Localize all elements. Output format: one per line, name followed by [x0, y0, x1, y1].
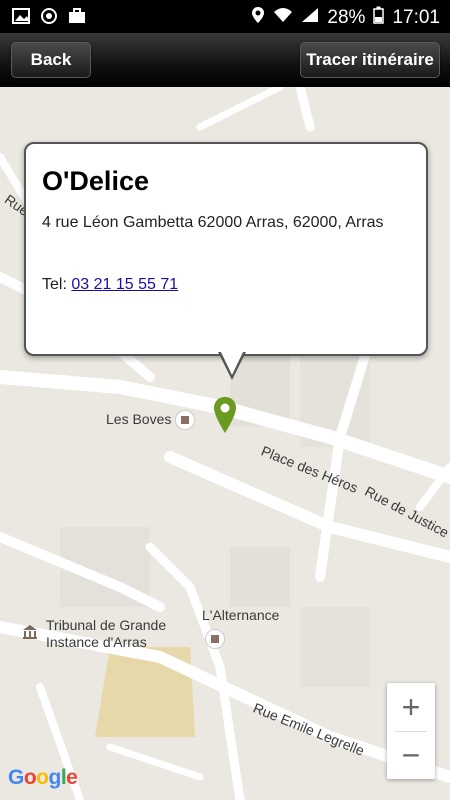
signal-icon	[301, 7, 319, 29]
clock-time: 17:01	[392, 7, 440, 28]
place-name: O'Delice	[42, 166, 149, 196]
zoom-out-button[interactable]: −	[387, 731, 435, 779]
sync-icon	[40, 7, 58, 25]
place-phone: Tel: 03 21 15 55 71	[42, 276, 178, 294]
back-button[interactable]: Back	[11, 42, 91, 78]
zoom-in-button[interactable]: +	[387, 683, 435, 731]
wifi-icon	[273, 7, 293, 29]
zoom-control: + −	[387, 683, 435, 779]
poi-label-tribunal-2: Instance d'Arras	[46, 634, 147, 650]
google-logo: Google	[8, 766, 78, 789]
shop-poi-icon[interactable]	[175, 410, 195, 430]
info-window: O'Delice 4 rue Léon Gambetta 62000 Arras…	[24, 142, 428, 380]
status-bar: 28% 17:01	[0, 0, 450, 33]
battery-icon	[373, 6, 385, 30]
info-window-tail-fill	[220, 350, 244, 375]
route-button[interactable]: Tracer itinéraire	[300, 42, 440, 78]
poi-label-tribunal-1: Tribunal de Grande	[46, 617, 167, 633]
courthouse-icon[interactable]	[22, 624, 40, 642]
phone-label: Tel:	[42, 276, 67, 293]
briefcase-icon	[68, 7, 86, 25]
gallery-icon	[12, 7, 30, 25]
place-address: 4 rue Léon Gambetta 62000 Arras, 62000, …	[42, 214, 384, 231]
shop-poi-icon[interactable]	[205, 629, 225, 649]
action-bar: Back Tracer itinéraire	[0, 33, 450, 87]
location-icon	[251, 6, 265, 30]
battery-percent: 28%	[327, 7, 366, 28]
location-marker-icon[interactable]	[212, 396, 238, 434]
poi-label-les-boves: Les Boves	[106, 411, 172, 427]
poi-label-lalternance: L'Alternance	[202, 607, 280, 623]
phone-link[interactable]: 03 21 15 55 71	[71, 276, 178, 293]
